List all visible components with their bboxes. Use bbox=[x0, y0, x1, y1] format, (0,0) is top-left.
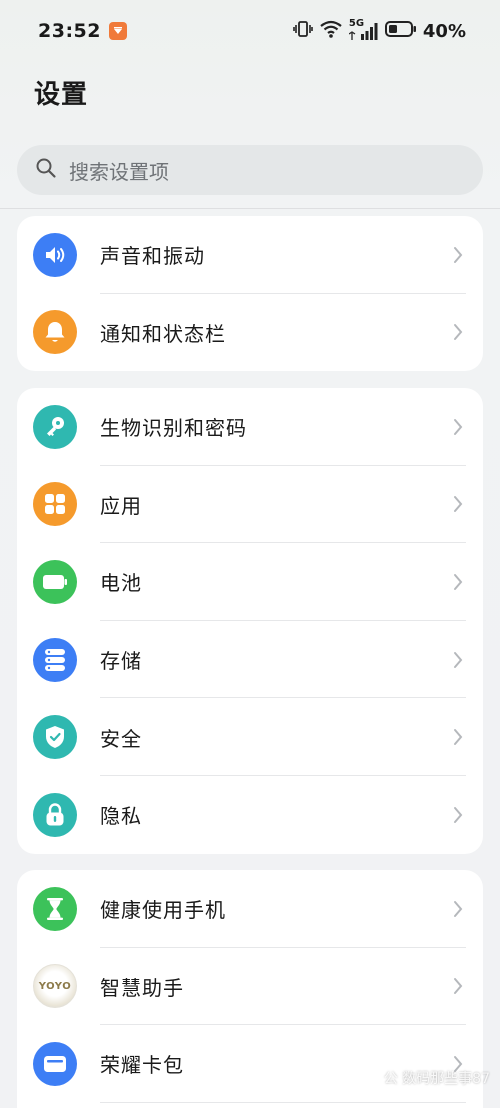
lock-icon bbox=[33, 792, 77, 837]
status-time: 23:52 bbox=[38, 20, 101, 42]
yoyo-assistant-icon: YOYO bbox=[33, 964, 77, 1009]
settings-item-label: 通知和状态栏 bbox=[100, 321, 226, 346]
chevron-right-icon bbox=[451, 899, 465, 919]
chevron-right-icon bbox=[451, 727, 465, 747]
settings-item-battery[interactable]: 电池 bbox=[17, 543, 483, 621]
key-icon bbox=[33, 404, 77, 449]
apps-grid-icon bbox=[33, 482, 77, 527]
hourglass-icon bbox=[33, 886, 77, 931]
settings-group-sound-notification: 声音和振动 通知和状态栏 bbox=[17, 216, 483, 371]
wallet-icon bbox=[33, 1041, 77, 1086]
settings-item-label: 隐私 bbox=[100, 804, 142, 829]
search-placeholder: 搜索设置项 bbox=[69, 159, 169, 184]
settings-item-label: 应用 bbox=[100, 493, 142, 518]
settings-item-sound-vibration[interactable]: 声音和振动 bbox=[17, 216, 483, 294]
chevron-right-icon bbox=[451, 245, 465, 265]
page-title: 设置 bbox=[34, 80, 89, 110]
settings-item-digital-balance[interactable]: 健康使用手机 bbox=[17, 870, 483, 948]
settings-item-label: 荣耀卡包 bbox=[100, 1053, 184, 1078]
battery-percent: 40% bbox=[422, 20, 466, 42]
storage-icon bbox=[33, 637, 77, 682]
settings-item-label: 声音和振动 bbox=[100, 244, 205, 269]
settings-item-honor-wallet[interactable]: 荣耀卡包 bbox=[17, 1025, 483, 1103]
settings-item-label: 健康使用手机 bbox=[100, 898, 226, 923]
row-divider bbox=[100, 1101, 466, 1103]
watermark: 公 数码那些事87 bbox=[383, 1071, 490, 1087]
settings-item-apps[interactable]: 应用 bbox=[17, 466, 483, 544]
app-notification-icon bbox=[108, 22, 127, 40]
settings-item-notification-statusbar[interactable]: 通知和状态栏 bbox=[17, 294, 483, 371]
settings-item-storage[interactable]: 存储 bbox=[17, 621, 483, 699]
header-divider bbox=[0, 208, 500, 209]
settings-item-privacy[interactable]: 隐私 bbox=[17, 776, 483, 854]
settings-item-label: 电池 bbox=[100, 571, 142, 596]
settings-item-label: 智慧助手 bbox=[100, 975, 184, 1000]
settings-group-system: 生物识别和密码 应用 电池 存储 安全 隐私 bbox=[17, 388, 483, 854]
status-bar: 23:52 5G 40% bbox=[0, 0, 500, 62]
wifi-icon bbox=[319, 19, 343, 43]
settings-item-biometrics-password[interactable]: 生物识别和密码 bbox=[17, 388, 483, 466]
bell-icon bbox=[33, 310, 77, 355]
settings-item-label: 存储 bbox=[100, 649, 142, 674]
yoyo-logo-text: YOYO bbox=[38, 980, 72, 992]
cellular-signal-icon: 5G bbox=[348, 18, 379, 42]
shield-icon bbox=[33, 715, 77, 760]
chevron-right-icon bbox=[451, 322, 465, 342]
battery-icon bbox=[384, 20, 417, 42]
chevron-right-icon bbox=[451, 572, 465, 592]
settings-item-smart-assistant[interactable]: YOYO 智慧助手 bbox=[17, 948, 483, 1026]
chevron-right-icon bbox=[451, 650, 465, 670]
settings-item-security[interactable]: 安全 bbox=[17, 698, 483, 776]
chevron-right-icon bbox=[451, 494, 465, 514]
chevron-right-icon bbox=[451, 976, 465, 996]
search-input[interactable]: 搜索设置项 bbox=[17, 145, 483, 195]
search-icon bbox=[35, 157, 57, 183]
settings-item-label: 生物识别和密码 bbox=[100, 416, 247, 441]
settings-item-label: 安全 bbox=[100, 726, 142, 751]
chevron-right-icon bbox=[451, 805, 465, 825]
battery-icon bbox=[33, 559, 77, 604]
chevron-right-icon bbox=[451, 417, 465, 437]
speaker-icon bbox=[33, 232, 77, 277]
vibrate-icon bbox=[293, 19, 313, 43]
